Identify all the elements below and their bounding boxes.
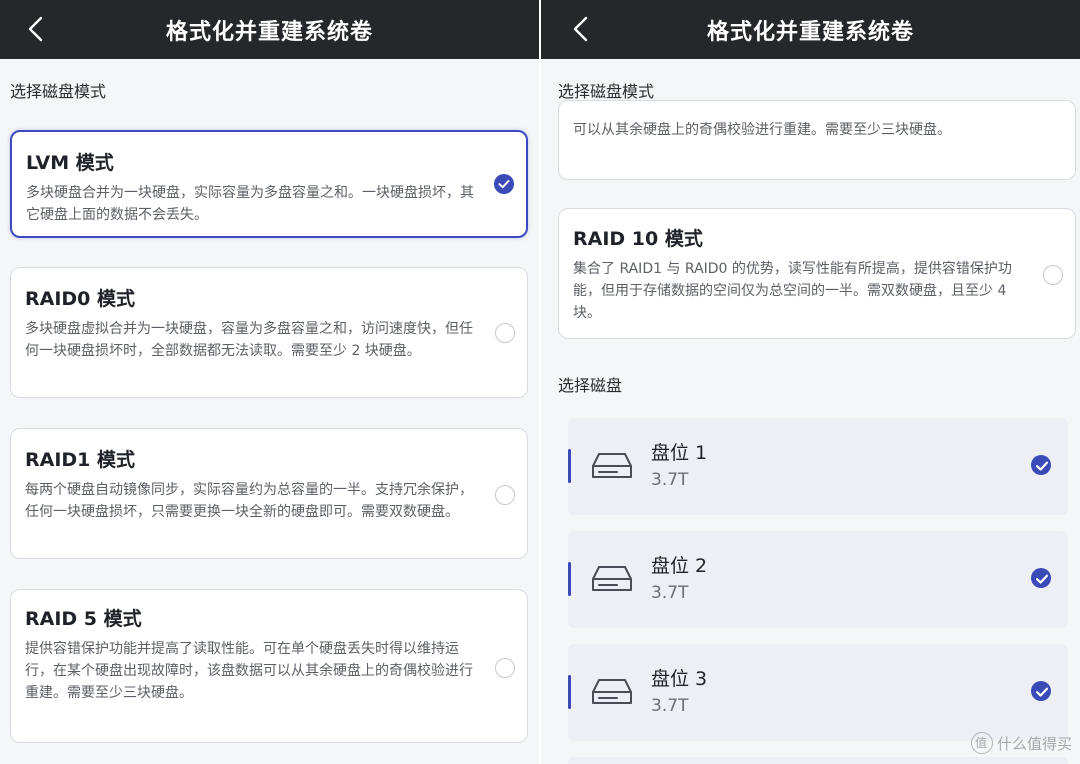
hard-drive-icon bbox=[592, 566, 632, 591]
check-circle-icon bbox=[1035, 461, 1049, 471]
page-title: 格式化并重建系统卷 bbox=[165, 20, 373, 45]
mode-description: 集合了 RAID1 与 RAID0 的优势，读写性能有所提高，提供容错保护功能，… bbox=[573, 261, 1012, 321]
disk-item-2[interactable]: 盘位 2 3.7T bbox=[568, 531, 1068, 628]
section-label-mode: 选择磁盘模式 bbox=[10, 82, 107, 101]
mode-card-raid5-partial[interactable]: 可以从其余硬盘上的奇偶校验进行重建。需要至少三块硬盘。 bbox=[558, 100, 1076, 180]
watermark-text: 什么值得买 bbox=[996, 734, 1072, 753]
mode-title: RAID1 模式 bbox=[25, 449, 136, 471]
selection-indicator bbox=[568, 562, 571, 596]
header-bar: 格式化并重建系统卷 bbox=[0, 0, 539, 59]
mode-card-raid0[interactable]: RAID0 模式 多块硬盘虚拟合并为一块硬盘，容量为多盘容量之和，访问速度快，但… bbox=[10, 267, 528, 398]
disk-size: 3.7T bbox=[651, 583, 689, 603]
mode-description: 多块硬盘合并为一块硬盘，实际容量为多盘容量之和。一块硬盘损坏，其它硬盘上面的数据… bbox=[26, 185, 474, 223]
radio-unselected[interactable] bbox=[495, 323, 515, 343]
check-circle-icon bbox=[498, 180, 510, 189]
disk-checkbox[interactable] bbox=[1031, 681, 1051, 701]
disk-item-1[interactable]: 盘位 1 3.7T bbox=[568, 418, 1068, 515]
check-circle-icon bbox=[1035, 687, 1049, 697]
header-bar: 格式化并重建系统卷 bbox=[541, 0, 1080, 59]
page-title: 格式化并重建系统卷 bbox=[706, 20, 914, 45]
mode-title: LVM 模式 bbox=[26, 152, 114, 174]
radio-selected[interactable] bbox=[494, 174, 514, 194]
disk-item-3[interactable]: 盘位 3 3.7T bbox=[568, 644, 1068, 741]
disk-size: 3.7T bbox=[651, 470, 689, 490]
watermark: 什么值得买 bbox=[970, 732, 1072, 754]
check-circle-icon bbox=[1035, 574, 1049, 584]
mode-card-raid5[interactable]: RAID 5 模式 提供容错保护功能并提高了读取性能。可在单个硬盘丢失时得以维持… bbox=[10, 589, 528, 743]
mode-description: 可以从其余硬盘上的奇偶校验进行重建。需要至少三块硬盘。 bbox=[573, 122, 951, 138]
selection-indicator bbox=[568, 449, 571, 483]
mode-card-raid10[interactable]: RAID 10 模式 集合了 RAID1 与 RAID0 的优势，读写性能有所提… bbox=[558, 208, 1076, 339]
hard-drive-icon bbox=[592, 453, 632, 478]
disk-checkbox[interactable] bbox=[1031, 568, 1051, 588]
mode-card-raid1[interactable]: RAID1 模式 每两个硬盘自动镜像同步，实际容量约为总容量的一半。支持冗余保护… bbox=[10, 428, 528, 559]
disk-name: 盘位 2 bbox=[651, 555, 708, 577]
mode-title: RAID 10 模式 bbox=[573, 228, 703, 250]
radio-unselected[interactable] bbox=[1043, 265, 1063, 285]
section-label-disk: 选择磁盘 bbox=[558, 376, 623, 395]
disk-size: 3.7T bbox=[651, 696, 689, 716]
mode-description: 提供容错保护功能并提高了读取性能。可在单个硬盘丢失时得以维持运行，在某个硬盘出现… bbox=[25, 641, 473, 701]
left-screen: 格式化并重建系统卷 选择磁盘模式 LVM 模式 多块硬盘合并为一块硬盘，实际容量… bbox=[0, 0, 539, 764]
mode-title: RAID0 模式 bbox=[25, 288, 136, 310]
disk-checkbox[interactable] bbox=[1031, 455, 1051, 475]
right-screen: 格式化并重建系统卷 选择磁盘模式 可以从其余硬盘上的奇偶校验进行重建。需要至少三… bbox=[541, 0, 1080, 764]
section-label-mode: 选择磁盘模式 bbox=[558, 82, 655, 101]
hard-drive-icon bbox=[592, 679, 632, 704]
mode-card-lvm[interactable]: LVM 模式 多块硬盘合并为一块硬盘，实际容量为多盘容量之和。一块硬盘损坏，其它… bbox=[10, 130, 528, 238]
mode-title: RAID 5 模式 bbox=[25, 608, 142, 630]
mode-description: 每两个硬盘自动镜像同步，实际容量约为总容量的一半。支持冗余保护，任何一块硬盘损坏… bbox=[25, 482, 473, 520]
disk-name: 盘位 3 bbox=[651, 668, 708, 690]
disk-name: 盘位 1 bbox=[651, 442, 708, 464]
radio-unselected[interactable] bbox=[495, 658, 515, 678]
mode-description: 多块硬盘虚拟合并为一块硬盘，容量为多盘容量之和，访问速度快，但任何一块硬盘损坏时… bbox=[25, 321, 473, 359]
selection-indicator bbox=[568, 675, 571, 709]
radio-unselected[interactable] bbox=[495, 485, 515, 505]
disk-item-4-partial[interactable] bbox=[568, 757, 1068, 764]
watermark-logo-icon bbox=[970, 732, 993, 754]
